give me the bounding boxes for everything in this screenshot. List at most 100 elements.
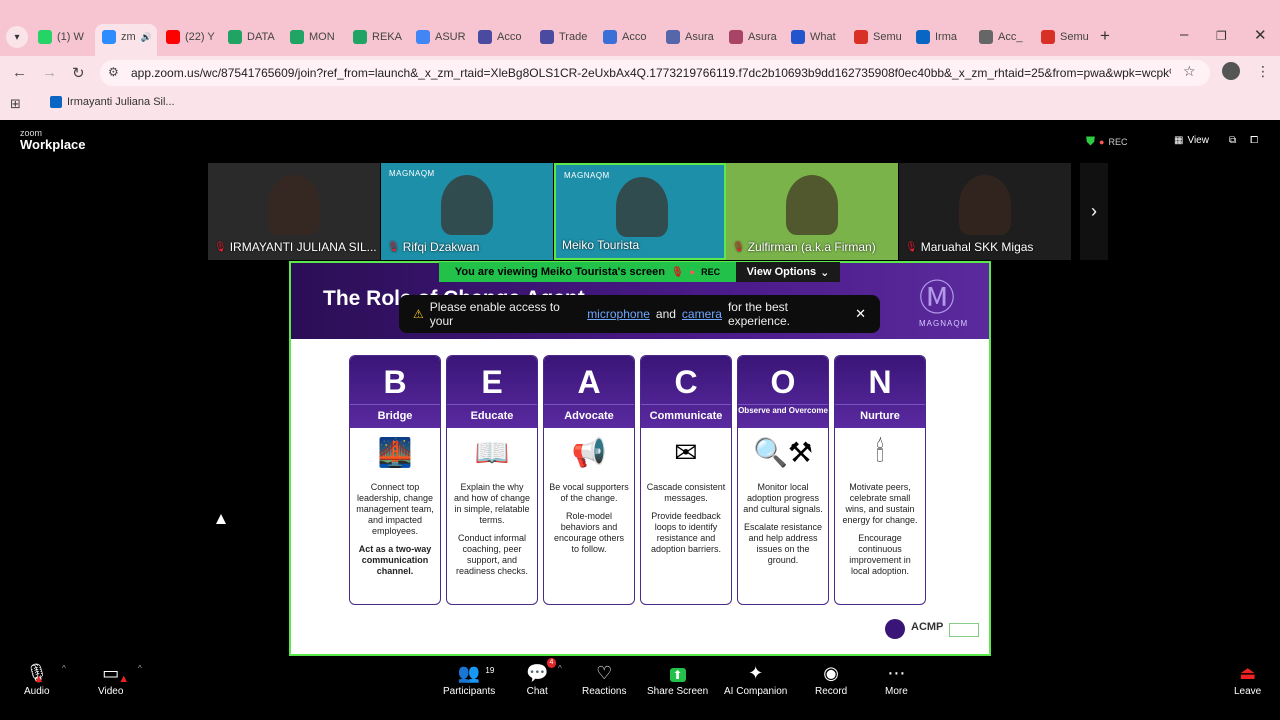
participants-label: Participants bbox=[443, 686, 496, 697]
browser-tab[interactable]: Acco bbox=[478, 26, 530, 48]
participant-name-label: Rifqi Dzakwan bbox=[402, 240, 480, 254]
browser-tab[interactable]: Acco bbox=[603, 26, 655, 48]
participant-tile[interactable]: 🎙 Zulfirman (a.k.a Firman) bbox=[726, 163, 898, 260]
toast-and: and bbox=[655, 307, 676, 321]
view-button[interactable]: ▦ View ⧉ ⧠ bbox=[1174, 135, 1258, 146]
back-icon[interactable]: ← bbox=[12, 64, 27, 81]
minimize-icon[interactable]: – bbox=[1180, 26, 1188, 43]
bookmark-item[interactable]: Irmayanti Juliana Sil... bbox=[50, 96, 175, 108]
card-word: Nurture bbox=[835, 404, 925, 426]
zoom-logo: Workplace bbox=[20, 137, 86, 152]
bookmarks-bar: ⊞ bbox=[0, 90, 1280, 120]
participant-tile[interactable]: 🎙 Maruahal SKK Migas bbox=[899, 163, 1071, 260]
magnaqm-watermark: MAGNAQM bbox=[564, 171, 610, 180]
tab-favicon-icon bbox=[478, 30, 492, 44]
chat-button[interactable]: 💬 4 Chat bbox=[526, 658, 557, 697]
camera-link[interactable]: camera bbox=[682, 307, 722, 321]
close-icon[interactable]: ✕ bbox=[855, 306, 866, 322]
participant-tile[interactable]: MAGNAQM Meiko Tourista bbox=[554, 163, 726, 260]
pip-icon[interactable]: ⧉ bbox=[1229, 135, 1236, 146]
browser-tab[interactable]: What bbox=[791, 26, 843, 48]
participant-tile[interactable]: MAGNAQM 🎙 Rifqi Dzakwan bbox=[381, 163, 553, 260]
browser-tab[interactable]: Trade bbox=[540, 26, 592, 48]
next-page-chevron-icon[interactable]: › bbox=[1080, 163, 1108, 260]
chat-icon: 💬 4 bbox=[526, 658, 557, 686]
audio-button[interactable]: 🎙 ▲ Audio bbox=[24, 660, 50, 697]
apps-grid-icon[interactable]: ⊞ bbox=[10, 96, 21, 112]
card-letter: B bbox=[383, 364, 407, 400]
new-tab-icon[interactable]: + bbox=[1100, 26, 1110, 46]
browser-tab[interactable]: (22) Y bbox=[166, 26, 218, 48]
tab-label: ASUR bbox=[435, 31, 466, 43]
record-button[interactable]: ◉ Record bbox=[815, 660, 847, 697]
video-options-caret-icon[interactable]: ^ bbox=[138, 664, 142, 673]
tab-favicon-icon bbox=[729, 30, 743, 44]
partner-logo bbox=[949, 623, 979, 637]
bookmark-star-icon[interactable]: ☆ bbox=[1183, 63, 1196, 80]
browser-tab[interactable]: Asura bbox=[666, 26, 718, 48]
video-button[interactable]: ▭ ▲ Video bbox=[98, 660, 129, 697]
magnaqm-watermark: MAGNAQM bbox=[389, 169, 435, 178]
browser-tab[interactable]: zm 🔊 ✕ bbox=[102, 26, 154, 48]
audio-options-caret-icon[interactable]: ^ bbox=[62, 664, 66, 673]
participant-name-label: Meiko Tourista bbox=[562, 238, 640, 252]
site-info-icon[interactable]: ⚙ bbox=[108, 65, 119, 79]
browser-menu-icon[interactable]: ⋮ bbox=[1256, 63, 1270, 80]
magnaqm-logo-text: MAGNAQM bbox=[919, 319, 969, 328]
card-header: N Nurture bbox=[835, 356, 925, 428]
share-screen-button[interactable]: ⬆ Share Screen bbox=[647, 660, 708, 697]
browser-tab[interactable]: REKA bbox=[353, 26, 405, 48]
url-text[interactable]: app.zoom.us/wc/87541765609/join?ref_from… bbox=[131, 66, 1171, 80]
tab-close-icon[interactable]: 🔊 ✕ bbox=[141, 32, 154, 43]
tab-favicon-icon bbox=[916, 30, 930, 44]
tab-favicon-icon bbox=[791, 30, 805, 44]
fullscreen-icon[interactable]: ⧠ bbox=[1250, 135, 1258, 146]
participants-icon: 👥 19 bbox=[458, 660, 494, 686]
reload-icon[interactable]: ↻ bbox=[72, 64, 85, 82]
tab-label: Semu bbox=[873, 31, 902, 43]
view-options-button[interactable]: View Options ⌄ bbox=[736, 262, 840, 282]
profile-avatar[interactable] bbox=[1222, 62, 1240, 80]
card-text-2: Role-model behaviors and encourage other… bbox=[553, 511, 625, 554]
restore-icon[interactable]: ❐ bbox=[1216, 29, 1227, 43]
card-text-2: Encourage continuous improvement in loca… bbox=[849, 533, 911, 576]
card-text-1: Connect top leadership, change managemen… bbox=[356, 482, 434, 536]
microphone-link[interactable]: microphone bbox=[587, 307, 650, 321]
participants-button[interactable]: 👥 19 Participants bbox=[443, 660, 495, 697]
beacon-card: E Educate 📖 Explain the why and how of chan… bbox=[446, 355, 538, 605]
tab-search-dropdown-icon[interactable]: ▾ bbox=[6, 26, 28, 48]
forward-icon[interactable]: → bbox=[42, 64, 57, 81]
participant-tile[interactable]: 🎙 IRMAYANTI JULIANA SIL... bbox=[208, 163, 380, 260]
browser-tab[interactable]: Semu bbox=[854, 26, 906, 48]
card-body: Connect top leadership, change managemen… bbox=[350, 478, 440, 588]
warning-icon: ⚠ bbox=[413, 307, 424, 321]
card-header: C Communicate bbox=[641, 356, 731, 428]
participant-name-label: Maruahal SKK Migas bbox=[920, 240, 1034, 254]
browser-tab[interactable]: (1) W bbox=[38, 26, 90, 48]
card-word: Advocate bbox=[544, 404, 634, 426]
tab-favicon-icon bbox=[166, 30, 180, 44]
close-window-icon[interactable]: ✕ bbox=[1254, 26, 1267, 44]
reactions-button[interactable]: ♡ Reactions bbox=[582, 660, 626, 697]
leave-button[interactable]: ⏏ Leave bbox=[1234, 660, 1261, 697]
browser-tab[interactable]: Asura bbox=[729, 26, 781, 48]
tab-favicon-icon bbox=[603, 30, 617, 44]
card-header: O Observe and Overcome bbox=[738, 356, 828, 428]
ai-companion-button[interactable]: ✦ AI Companion bbox=[724, 660, 787, 697]
footer-badge-logo bbox=[885, 619, 905, 639]
browser-tab[interactable]: DATA bbox=[228, 26, 280, 48]
participant-name: Meiko Tourista bbox=[562, 238, 639, 252]
more-button[interactable]: ⋯ More bbox=[885, 660, 908, 697]
browser-tab[interactable]: Acc_ bbox=[979, 26, 1031, 48]
browser-tab[interactable]: Semu bbox=[1041, 26, 1093, 48]
tab-label: DATA bbox=[247, 31, 275, 43]
tab-label: Acco bbox=[497, 31, 522, 43]
browser-tab[interactable]: MON bbox=[290, 26, 342, 48]
browser-tab[interactable]: Irma bbox=[916, 26, 968, 48]
record-label: Record bbox=[815, 686, 848, 697]
browser-tab[interactable]: ASUR bbox=[416, 26, 468, 48]
tab-label: Trade bbox=[559, 31, 588, 43]
more-label: More bbox=[885, 686, 908, 697]
tab-label: zm bbox=[121, 31, 136, 43]
chat-options-caret-icon[interactable]: ^ bbox=[558, 664, 562, 673]
